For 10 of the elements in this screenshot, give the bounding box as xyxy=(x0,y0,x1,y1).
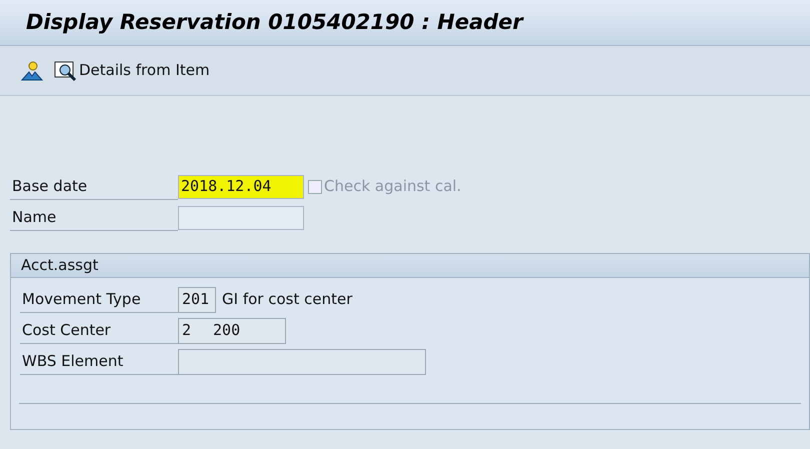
field-value: 2 xyxy=(182,320,192,342)
field-description: GI for cost center xyxy=(222,289,352,310)
window-title: Display Reservation 0105402190 : Header xyxy=(26,8,523,36)
input-field[interactable]: 201 xyxy=(178,286,216,312)
input-field[interactable]: 2 200 xyxy=(178,318,286,344)
group-title: Acct.assgt xyxy=(21,255,98,276)
details-button[interactable]: Details from Item xyxy=(54,59,210,82)
checkbox-label: Check against cal. xyxy=(324,176,462,198)
field-value: 200 xyxy=(213,320,240,342)
input-field[interactable]: 2018.12.04 xyxy=(178,174,304,198)
